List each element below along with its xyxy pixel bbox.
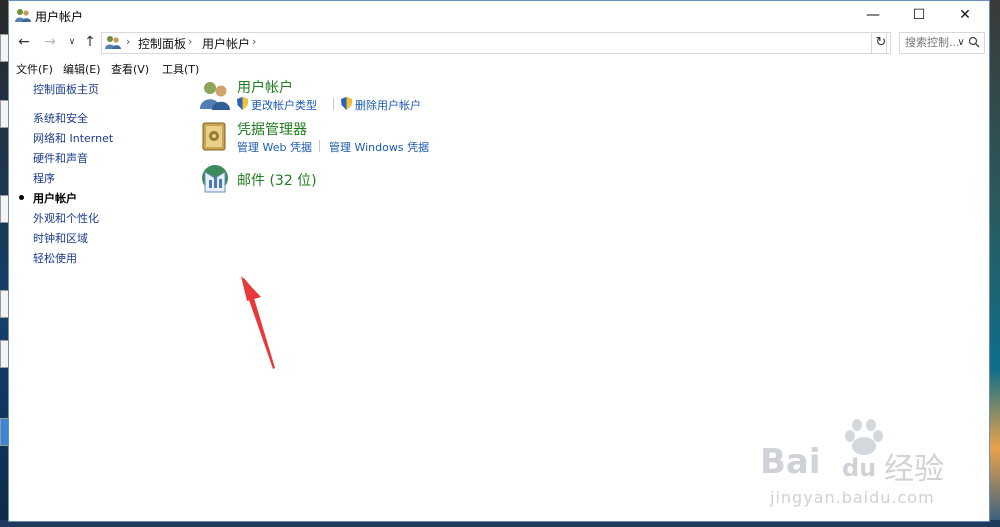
back-arrow-icon[interactable]: ← bbox=[15, 33, 33, 51]
nav-ease-of-access[interactable]: 轻松使用 bbox=[33, 250, 77, 266]
users-icon bbox=[105, 36, 121, 49]
nav-user-accounts-label: 用户帐户 bbox=[33, 192, 77, 205]
nav-clock-region[interactable]: 时钟和区域 bbox=[33, 230, 88, 246]
maximize-button[interactable]: ☐ bbox=[896, 1, 942, 29]
link-divider bbox=[333, 98, 334, 110]
nav-hardware-sound[interactable]: 硬件和声音 bbox=[33, 150, 88, 166]
user-accounts-title[interactable]: 用户帐户 bbox=[237, 77, 293, 97]
nav-programs[interactable]: 程序 bbox=[33, 170, 55, 186]
mail-title[interactable]: 邮件 (32 位) bbox=[237, 170, 317, 190]
menu-bar: 文件(F) 编辑(E) 查看(V) 工具(T) bbox=[9, 57, 989, 79]
annotation-arrow-icon bbox=[241, 276, 275, 369]
minimize-button[interactable]: — bbox=[850, 1, 896, 29]
credential-manager-icon[interactable] bbox=[199, 121, 231, 153]
nav-system-security[interactable]: 系统和安全 bbox=[33, 110, 88, 126]
uac-shield-icon bbox=[237, 97, 248, 110]
up-arrow-icon[interactable]: ↑ bbox=[81, 33, 99, 51]
watermark-brand-cn: 经验 bbox=[884, 452, 944, 487]
refresh-button[interactable]: ↻ bbox=[871, 32, 891, 54]
close-button[interactable]: ✕ bbox=[942, 1, 988, 29]
mail-icon[interactable] bbox=[199, 164, 231, 196]
user-accounts-icon[interactable] bbox=[199, 79, 231, 111]
title-bar[interactable]: 用户帐户 — ☐ ✕ bbox=[9, 1, 989, 29]
nav-control-panel-home[interactable]: 控制面板主页 bbox=[33, 81, 99, 97]
menu-tools[interactable]: 工具(T) bbox=[162, 61, 199, 77]
menu-file[interactable]: 文件(F) bbox=[16, 61, 53, 77]
address-box[interactable]: › 控制面板 › 用户帐户 › ∨ bbox=[101, 32, 965, 54]
paw-logo-icon bbox=[845, 419, 883, 455]
link-divider bbox=[319, 140, 320, 152]
manage-windows-credentials-link[interactable]: 管理 Windows 凭据 bbox=[329, 139, 429, 155]
nav-network-internet[interactable]: 网络和 Internet bbox=[33, 130, 113, 146]
watermark-url: jingyan.baidu.com bbox=[770, 488, 935, 507]
breadcrumb-control-panel[interactable]: 控制面板 bbox=[138, 35, 186, 52]
chevron-right-icon[interactable]: › bbox=[252, 35, 256, 48]
change-account-type-link[interactable]: 更改帐户类型 bbox=[251, 97, 317, 113]
menu-edit[interactable]: 编辑(E) bbox=[63, 61, 101, 77]
address-bar: ← → ∨ ↑ › 控制面板 › 用户帐户 › ∨ ↻ bbox=[9, 29, 989, 55]
current-page-bullet bbox=[19, 195, 24, 200]
search-box[interactable] bbox=[899, 32, 985, 54]
nav-appearance[interactable]: 外观和个性化 bbox=[33, 210, 99, 226]
recent-locations-icon[interactable]: ∨ bbox=[63, 33, 81, 51]
forward-arrow-icon[interactable]: → bbox=[41, 33, 59, 51]
manage-web-credentials-link[interactable]: 管理 Web 凭据 bbox=[237, 139, 312, 155]
menu-view[interactable]: 查看(V) bbox=[111, 61, 149, 77]
breadcrumb-user-accounts[interactable]: 用户帐户 bbox=[202, 35, 250, 52]
search-input[interactable] bbox=[900, 33, 969, 51]
users-icon bbox=[15, 9, 31, 22]
credential-manager-title[interactable]: 凭据管理器 bbox=[237, 119, 307, 139]
nav-user-accounts: 用户帐户 bbox=[19, 190, 77, 206]
window-title: 用户帐户 bbox=[35, 10, 84, 24]
watermark-brand-mid: du bbox=[842, 454, 877, 482]
baidu-watermark: Bai du 经验 jingyan.baidu.com bbox=[760, 418, 970, 518]
chevron-right-icon[interactable]: › bbox=[188, 35, 192, 48]
chevron-right-icon[interactable]: › bbox=[126, 35, 130, 48]
uac-shield-icon bbox=[341, 97, 352, 110]
watermark-brand: Bai bbox=[760, 442, 821, 482]
search-icon[interactable] bbox=[968, 36, 980, 48]
delete-user-account-link[interactable]: 删除用户帐户 bbox=[355, 97, 421, 113]
